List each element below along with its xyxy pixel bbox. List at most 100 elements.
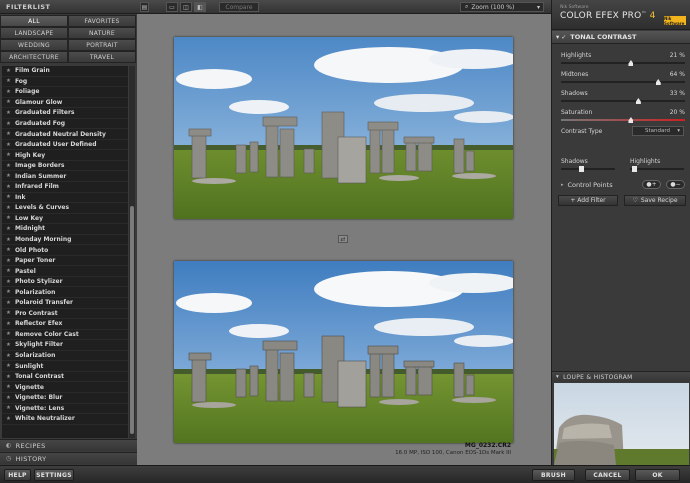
filter-list-item[interactable]: ★ Foliage: [2, 87, 128, 98]
star-icon[interactable]: ★: [6, 68, 11, 74]
star-icon[interactable]: ★: [6, 226, 11, 232]
star-icon[interactable]: ★: [6, 184, 11, 190]
filter-list-item[interactable]: ★ Solarization: [2, 351, 128, 362]
slider-knob[interactable]: [628, 60, 634, 66]
filter-list-item[interactable]: ★ Pastel: [2, 266, 128, 277]
filter-list-item[interactable]: ★ Polaroid Transfer: [2, 298, 128, 309]
category-tab-landscape[interactable]: LANDSCAPE: [0, 27, 68, 39]
contrast-type-select[interactable]: Standard ▾: [632, 126, 684, 136]
filter-list-item[interactable]: ★ Sunlight: [2, 361, 128, 372]
category-tab-all[interactable]: ALL: [0, 15, 68, 27]
compare-button[interactable]: Compare: [219, 2, 259, 12]
filter-list-item[interactable]: ★ Reflector Efex: [2, 319, 128, 330]
filter-list-item[interactable]: ★ Vignette: [2, 382, 128, 393]
star-icon[interactable]: ★: [6, 331, 11, 337]
filter-list-item[interactable]: ★ Graduated User Defined: [2, 140, 128, 151]
slider-knob[interactable]: [635, 98, 641, 104]
category-tab-favorites[interactable]: FAVORITES: [68, 15, 136, 27]
star-icon[interactable]: ★: [6, 342, 11, 348]
slider-knob[interactable]: [579, 166, 584, 172]
star-icon[interactable]: ★: [6, 205, 11, 211]
filter-list-item[interactable]: ★ Low Key: [2, 214, 128, 225]
star-icon[interactable]: ★: [6, 121, 11, 127]
filter-list-item[interactable]: ★ Infrared Film: [2, 182, 128, 193]
filter-list-item[interactable]: ★ Photo Stylizer: [2, 277, 128, 288]
save-recipe-button[interactable]: ♡ Save Recipe: [624, 195, 686, 206]
zoom-select[interactable]: ⌕ Zoom (100 %) ▾: [460, 2, 544, 12]
filter-list-item[interactable]: ★ Old Photo: [2, 245, 128, 256]
filter-list-item[interactable]: ★ Image Borders: [2, 161, 128, 172]
filter-list-item[interactable]: ★ Film Grain: [2, 66, 128, 77]
star-icon[interactable]: ★: [6, 152, 11, 158]
scrollbar-thumb[interactable]: [130, 206, 134, 434]
add-control-point-button[interactable]: ●+: [642, 180, 661, 189]
recipes-section[interactable]: ◐ RECIPES: [0, 439, 137, 451]
filter-list-item[interactable]: ★ Ink: [2, 193, 128, 204]
slider-saturation[interactable]: Saturation 20 %: [561, 109, 685, 125]
settings-button[interactable]: SETTINGS: [34, 469, 74, 481]
cancel-button[interactable]: CANCEL: [585, 469, 630, 481]
slider-track[interactable]: [561, 119, 685, 121]
filter-list-item[interactable]: ★ Graduated Neutral Density: [2, 129, 128, 140]
slider-track[interactable]: [561, 81, 685, 83]
filter-list-item[interactable]: ★ High Key: [2, 150, 128, 161]
star-icon[interactable]: ★: [6, 405, 11, 411]
filter-list-item[interactable]: ★ Glamour Glow: [2, 98, 128, 109]
loupe-histogram-header[interactable]: ▾ LOUPE & HISTOGRAM: [552, 371, 690, 382]
star-icon[interactable]: ★: [6, 99, 11, 105]
star-icon[interactable]: ★: [6, 173, 11, 179]
shadows-protect-slider[interactable]: [561, 166, 615, 172]
swap-compare-icon[interactable]: ⇄: [338, 235, 348, 243]
star-icon[interactable]: ★: [6, 110, 11, 116]
star-icon[interactable]: ★: [6, 310, 11, 316]
preview-image-before[interactable]: [174, 37, 513, 219]
filter-list-item[interactable]: ★ Graduated Filters: [2, 108, 128, 119]
slider-track[interactable]: [561, 100, 685, 102]
side-by-side-view-button[interactable]: ◧: [194, 2, 206, 12]
help-button[interactable]: HELP: [4, 469, 31, 481]
filter-list-item[interactable]: ★ Skylight Filter: [2, 340, 128, 351]
filter-list-item[interactable]: ★ White Neutralizer: [2, 414, 128, 425]
add-filter-button[interactable]: + Add Filter: [558, 195, 618, 206]
star-icon[interactable]: ★: [6, 416, 11, 422]
filter-list-item[interactable]: ★ Fog: [2, 77, 128, 88]
preview-image-after[interactable]: [174, 261, 513, 443]
star-icon[interactable]: ★: [6, 374, 11, 380]
star-icon[interactable]: ★: [6, 321, 11, 327]
ok-button[interactable]: OK: [635, 469, 680, 481]
star-icon[interactable]: ★: [6, 237, 11, 243]
highlights-protect-slider[interactable]: [630, 166, 684, 172]
category-tab-travel[interactable]: TRAVEL: [68, 51, 136, 63]
star-icon[interactable]: ★: [6, 163, 11, 169]
star-icon[interactable]: ★: [6, 89, 11, 95]
star-icon[interactable]: ★: [6, 258, 11, 264]
filter-list-item[interactable]: ★ Paper Toner: [2, 256, 128, 267]
filter-list-item[interactable]: ★ Polarization: [2, 287, 128, 299]
slider-track[interactable]: [561, 62, 685, 64]
star-icon[interactable]: ★: [6, 194, 11, 200]
filter-list-item[interactable]: ★ Graduated Fog: [2, 119, 128, 130]
slider-midtones[interactable]: Midtones 64 %: [561, 71, 685, 87]
brush-button[interactable]: BRUSH: [532, 469, 575, 481]
star-icon[interactable]: ★: [6, 300, 11, 306]
filter-list-item[interactable]: ★ Vignette: Blur: [2, 393, 128, 404]
split-view-button[interactable]: ◫: [180, 2, 192, 12]
filter-list-item[interactable]: ★ Midnight: [2, 224, 128, 235]
star-icon[interactable]: ★: [6, 279, 11, 285]
star-icon[interactable]: ★: [6, 215, 11, 221]
filter-list-item[interactable]: ★ Vignette: Lens: [2, 404, 128, 415]
slider-highlights[interactable]: Highlights 21 %: [561, 52, 685, 68]
history-section[interactable]: ◷ HISTORY: [0, 452, 137, 464]
star-icon[interactable]: ★: [6, 289, 11, 295]
star-icon[interactable]: ★: [6, 363, 11, 369]
filter-list-item[interactable]: ★ Pro Contrast: [2, 309, 128, 320]
sidebar-toggle-button[interactable]: ▤: [140, 2, 149, 12]
filter-list-scrollbar[interactable]: [129, 66, 135, 438]
category-tab-architecture[interactable]: ARCHITECTURE: [0, 51, 68, 63]
check-icon[interactable]: ✓: [561, 34, 566, 41]
slider-knob[interactable]: [655, 79, 661, 85]
filter-list-item[interactable]: ★ Levels & Curves: [2, 203, 128, 214]
chevron-down-icon[interactable]: ▾: [556, 33, 559, 41]
remove-control-point-button[interactable]: ●−: [666, 180, 685, 189]
filter-list-item[interactable]: ★ Tonal Contrast: [2, 372, 128, 383]
